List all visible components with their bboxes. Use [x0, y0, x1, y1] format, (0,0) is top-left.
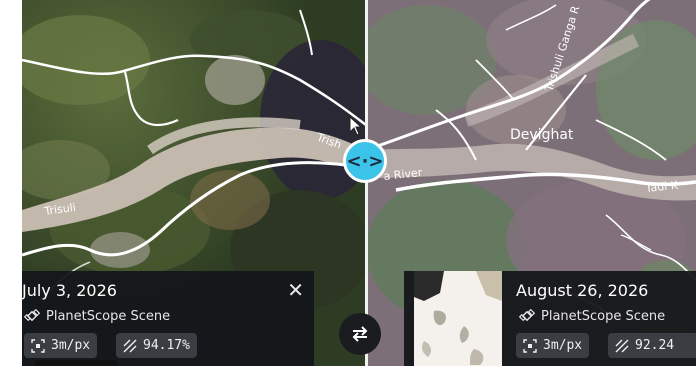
coverage-hatch-icon	[123, 339, 137, 352]
swap-scenes-button[interactable]	[339, 313, 381, 355]
left-resolution-value: 3m/px	[51, 338, 91, 353]
right-scene-type-label: PlanetScope Scene	[541, 308, 666, 324]
chevrons-left-right-icon: <·>	[346, 150, 384, 172]
resolution-icon	[31, 338, 45, 353]
right-coverage-value: 92.24	[635, 338, 675, 353]
image-compare-viewer[interactable]: Trisuli Trish Trishuli Ganga R Devighat …	[0, 0, 696, 366]
right-coverage-chip: 92.24	[608, 333, 696, 358]
resolution-icon	[523, 338, 537, 353]
viewer-margin	[0, 0, 22, 366]
satellite-icon	[24, 308, 40, 322]
left-coverage-chip: 94.17%	[116, 333, 197, 358]
left-scene-card: July 3, 2026 ✕ PlanetScope Scene 3m/px 9…	[22, 271, 314, 366]
left-scene-type: PlanetScope Scene	[24, 308, 170, 324]
right-scene-card: August 26, 2026 PlanetScope Scene 3m/px …	[404, 271, 696, 366]
coverage-hatch-icon	[615, 339, 629, 352]
compare-divider-line[interactable]	[365, 0, 368, 366]
swap-arrows-icon	[352, 326, 368, 342]
right-scene-date: August 26, 2026	[516, 281, 649, 300]
left-scene-date: July 3, 2026	[22, 281, 117, 300]
right-resolution-chip: 3m/px	[516, 333, 590, 358]
cloud-thumbnail-image	[414, 271, 502, 366]
close-icon[interactable]: ✕	[287, 280, 304, 300]
right-resolution-value: 3m/px	[543, 338, 583, 353]
left-scene-type-label: PlanetScope Scene	[46, 308, 171, 324]
left-coverage-value: 94.17%	[143, 338, 190, 353]
right-scene-thumbnail[interactable]	[414, 271, 502, 366]
scrollbar-thumb[interactable]	[35, 360, 118, 366]
map-label-devighat: Devighat	[510, 127, 574, 143]
right-scene-type: PlanetScope Scene	[519, 308, 665, 324]
mouse-pointer-icon	[349, 116, 363, 136]
compare-slider-handle[interactable]: <·>	[343, 139, 387, 183]
satellite-icon	[519, 308, 535, 322]
left-resolution-chip: 3m/px	[24, 333, 98, 358]
